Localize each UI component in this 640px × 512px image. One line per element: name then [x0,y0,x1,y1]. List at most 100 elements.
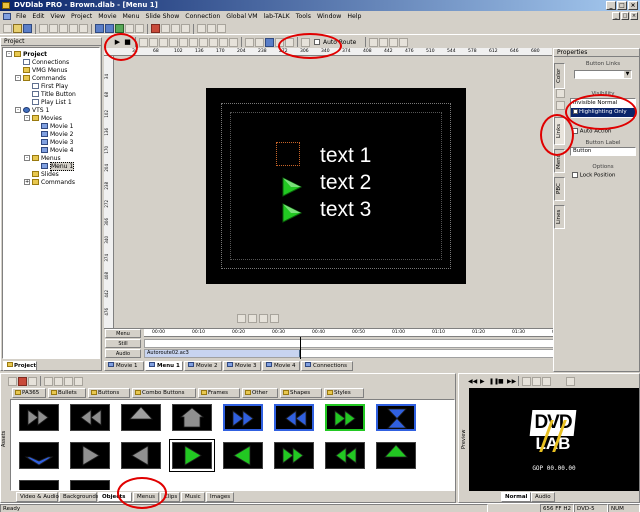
same-size-icon[interactable] [229,37,238,47]
lock-position-checkbox[interactable] [572,171,578,178]
menu-slide-show[interactable]: Slide Show [143,13,183,20]
view-icon[interactable] [28,376,37,386]
tree-item[interactable]: Play List 1 [24,98,72,106]
tree-item[interactable]: Movie 1 [33,122,73,130]
unlink-icon[interactable] [379,37,389,47]
expand-icon[interactable]: + [24,179,30,185]
play-icon[interactable]: ▶ [480,378,488,385]
refresh-icon[interactable] [54,376,63,386]
library-object-thumbnail[interactable] [325,442,365,469]
library-object-thumbnail[interactable] [376,442,416,469]
side-tab-pbc[interactable]: PBC [554,177,565,201]
zoom-in-icon[interactable] [248,314,257,323]
align-left-icon[interactable] [189,37,198,47]
document-tab[interactable]: Movie 3 [223,361,261,371]
add-slideshow-icon[interactable] [115,24,124,33]
library-object-thumbnail[interactable] [19,442,59,469]
library-folder-tab[interactable]: Styles [324,388,364,398]
preview-icon[interactable] [161,24,170,33]
visibility-list[interactable]: Invisible Normal Highlighting Only [570,98,636,118]
button-order-icon[interactable] [389,37,399,47]
add-menu-icon[interactable] [105,24,114,33]
layer-icon[interactable] [265,37,274,47]
compile-icon[interactable] [151,24,160,33]
menu-lab-talk[interactable]: lab-TALK [261,13,293,20]
mdi-minimize-button[interactable]: _ [612,12,620,20]
library-object-thumbnail[interactable] [19,480,59,490]
align-center-icon[interactable] [199,37,208,47]
menu-help[interactable]: Help [344,13,364,20]
library-folder-tab[interactable]: Buttons [88,388,130,398]
library-tab[interactable]: Video & Audio [16,492,59,502]
add-playlist-icon[interactable] [135,24,144,33]
library-object-thumbnail[interactable] [169,439,215,472]
library-object-thumbnail[interactable] [376,404,416,431]
option-highlighting-only[interactable]: Highlighting Only [571,108,635,117]
tree-item[interactable]: Slides [24,170,59,178]
menu-project[interactable]: Project [68,13,95,20]
tab-project[interactable]: Project [3,361,37,371]
snapshot-icon[interactable] [542,376,551,386]
arrow-button-icon[interactable] [281,176,303,198]
line-tool-icon[interactable] [179,37,188,47]
maximize-button[interactable]: □ [617,1,627,10]
highlight-icon[interactable] [399,37,409,47]
side-tab-color[interactable]: Color [554,63,565,89]
pause-icon[interactable]: ❚❚ [489,378,499,385]
collapse-icon[interactable]: - [15,107,21,113]
ungroup-icon[interactable] [285,37,294,47]
chevron-down-icon[interactable]: ▼ [624,71,631,78]
menu-text-2[interactable]: text 2 [320,171,371,195]
option-invisible-normal[interactable]: Invisible Normal [571,99,635,108]
library-folder-tab[interactable]: Shapes [280,388,322,398]
route-icon[interactable] [301,37,310,47]
menu-menu[interactable]: Menu [120,13,143,20]
collapse-icon[interactable]: - [6,51,12,57]
lock-position-row[interactable]: Lock Position [568,171,638,178]
side-tab-links[interactable]: Links [554,117,565,145]
clock-icon[interactable] [566,376,575,386]
tree-item[interactable]: Title Button [24,90,76,98]
grid-icon[interactable] [255,37,264,47]
align-right-icon[interactable] [209,37,218,47]
forward-icon[interactable]: ▶▶ [507,378,516,385]
document-tab[interactable]: Menu 1 [145,361,183,371]
library-object-thumbnail[interactable] [70,442,110,469]
button-label-field[interactable]: Button [570,146,636,156]
mdi-restore-button[interactable]: □ [621,12,629,20]
library-tab[interactable]: Images [206,492,234,502]
highlight-checkbox[interactable] [573,109,578,114]
library-tab[interactable]: Backgrounds [59,492,99,502]
paste-icon[interactable] [59,24,68,33]
library-tab[interactable]: Menus [133,492,159,502]
chapter-icon[interactable] [522,376,531,386]
image-icon[interactable] [556,101,565,110]
document-tab[interactable]: Movie 2 [184,361,222,371]
library-folder-tab[interactable]: PA365 [12,388,46,398]
color-swatch-icon[interactable] [556,89,565,98]
cut-icon[interactable] [39,24,48,33]
tree-item[interactable]: Connections [15,58,69,66]
tree-item[interactable]: - Project [6,50,47,58]
side-tab-menu[interactable]: Menu [554,149,565,173]
library-tab[interactable]: Music [181,492,205,502]
library-object-thumbnail[interactable] [172,404,212,431]
menu-canvas[interactable]: text 1 text 2 text 3 [115,56,552,328]
button-link-dropdown[interactable]: ▼ [574,70,632,79]
text-tool-icon[interactable] [149,37,158,47]
menu-file[interactable]: File [13,13,29,20]
loop-icon[interactable] [532,376,541,386]
auto-route-checkbox[interactable] [314,39,320,45]
library-object-thumbnail[interactable] [223,404,263,431]
library-object-thumbnail[interactable] [121,442,161,469]
menu-edit[interactable]: Edit [29,13,47,20]
auto-action-checkbox[interactable] [572,128,578,134]
assets-icon[interactable] [207,24,216,33]
save-icon[interactable] [23,24,32,33]
menu-view[interactable]: View [47,13,68,20]
library-folder-tab[interactable]: Combo Buttons [132,388,196,398]
play-icon[interactable]: ▶ [113,38,122,46]
library-object-thumbnail[interactable] [325,404,365,431]
mdi-close-button[interactable]: × [630,12,638,20]
document-tab[interactable]: Movie 4 [262,361,300,371]
